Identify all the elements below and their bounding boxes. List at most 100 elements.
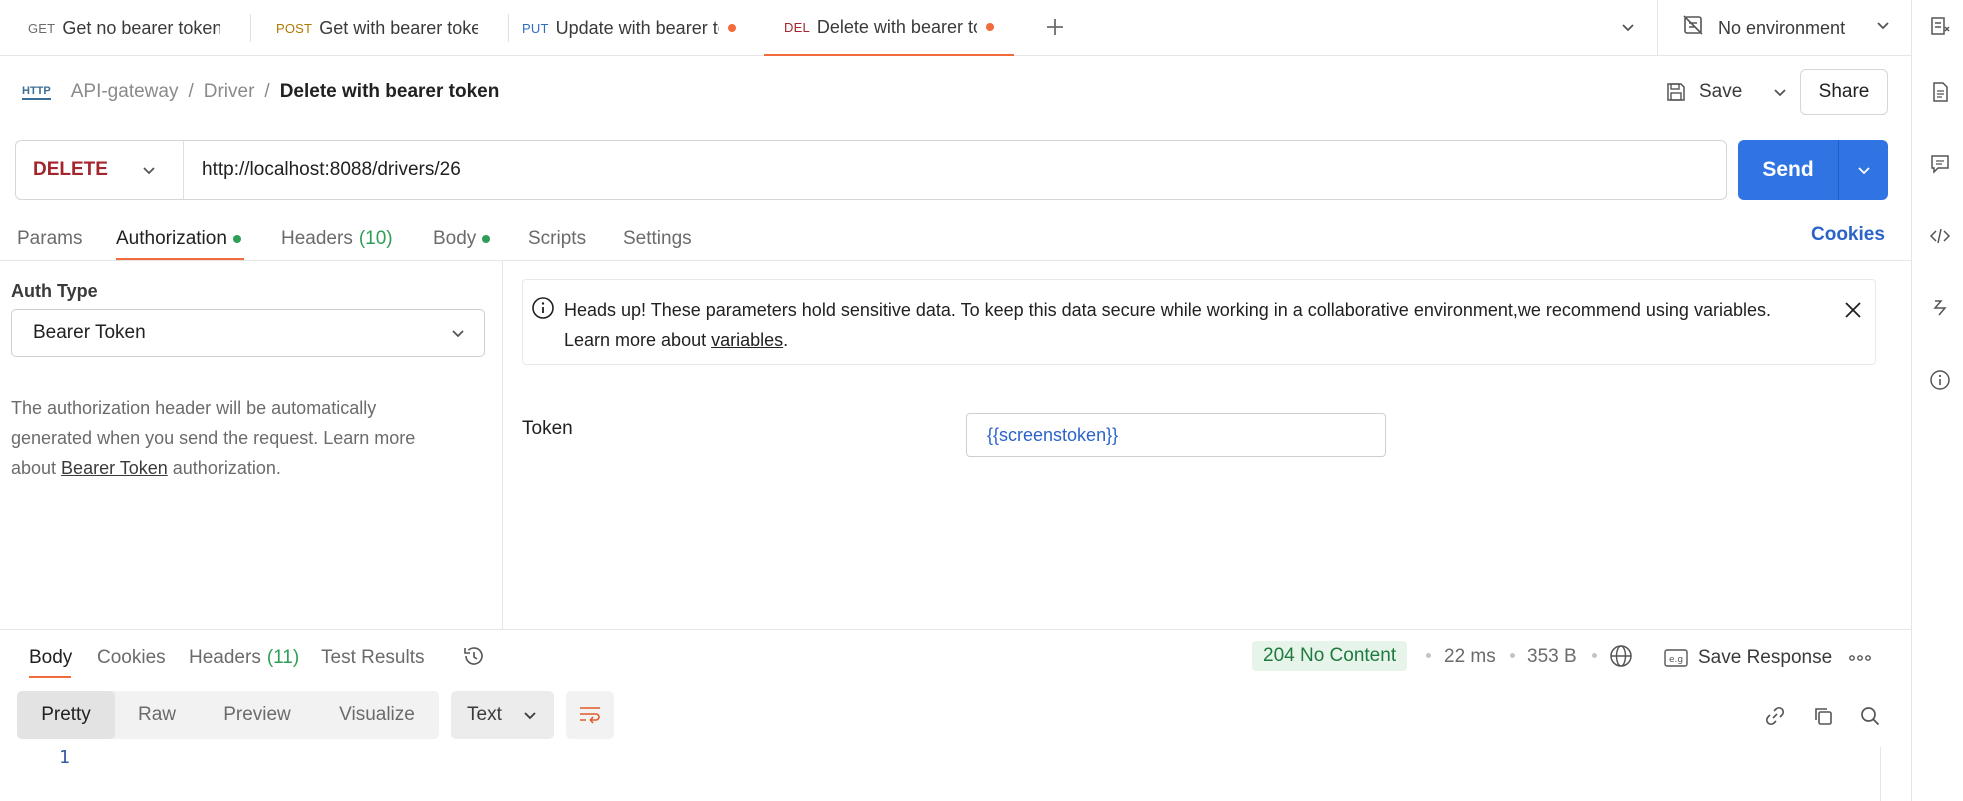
code-icon[interactable]	[1926, 222, 1954, 250]
tab-label: Scripts	[528, 228, 587, 249]
has-content-dot	[232, 235, 241, 243]
variables-icon[interactable]	[1926, 12, 1954, 40]
send-button[interactable]: Send	[1738, 140, 1888, 200]
url-input[interactable]	[184, 141, 1726, 199]
request-tab-bar: GET Get no bearer token POST Get with be…	[0, 0, 1911, 56]
save-button[interactable]: Save	[1665, 78, 1788, 106]
tab-label: Get no bearer token	[62, 17, 220, 38]
response-tab-body[interactable]: Body	[29, 643, 72, 673]
response-time[interactable]: 22 ms	[1444, 646, 1496, 668]
request-tabs: Params Authorization Headers (10) Body S…	[0, 218, 1911, 261]
save-options-chevron-down-icon[interactable]	[1772, 84, 1788, 100]
view-pretty[interactable]: Pretty	[17, 691, 115, 739]
auth-type-panel: Auth Type Bearer Token The authorization…	[0, 261, 503, 629]
variables-link[interactable]: variables	[711, 330, 783, 350]
tabs-overflow-chevron-down-icon[interactable]	[1613, 12, 1643, 42]
breadcrumb-separator: /	[264, 81, 270, 102]
tab-method: POST	[276, 20, 313, 36]
environment-label: No environment	[1718, 17, 1846, 38]
documentation-icon[interactable]	[1926, 78, 1954, 106]
response-tab-cookies[interactable]: Cookies	[97, 643, 166, 673]
comments-icon[interactable]	[1926, 150, 1954, 178]
tab-params[interactable]: Params	[17, 224, 82, 254]
auth-description: The authorization header will be automat…	[11, 393, 461, 483]
share-button[interactable]: Share	[1800, 69, 1888, 115]
svg-text:e.g: e.g	[1669, 655, 1683, 665]
response-tab-test-results[interactable]: Test Results	[321, 643, 424, 673]
globe-icon[interactable]	[1607, 642, 1635, 670]
chevron-down-icon	[522, 707, 538, 723]
tab-headers[interactable]: Headers (10)	[281, 224, 393, 254]
tab-get-no-bearer-token[interactable]: GET Get no bearer token	[0, 0, 248, 56]
status-badge[interactable]: 204 No Content	[1252, 641, 1408, 671]
tab-label: Delete with bearer toke	[816, 16, 977, 37]
copy-icon[interactable]	[1808, 701, 1838, 731]
response-view-mode: Pretty Raw Preview Visualize	[17, 691, 439, 739]
view-preview[interactable]: Preview	[199, 691, 315, 739]
response-tab-headers[interactable]: Headers (11)	[189, 643, 299, 673]
url-bar: DELETE	[15, 140, 1727, 200]
response-scrollbar[interactable]	[1880, 747, 1900, 801]
tab-method: PUT	[522, 20, 549, 36]
tab-get-with-bearer-token[interactable]: POST Get with bearer token	[248, 0, 506, 56]
more-options-icon[interactable]	[1845, 643, 1875, 673]
format-select[interactable]: Text	[451, 691, 554, 739]
cookies-link[interactable]: Cookies	[1811, 224, 1885, 246]
wrap-lines-icon[interactable]	[566, 691, 614, 739]
tab-label: Cookies	[97, 647, 166, 668]
save-label: Save	[1699, 81, 1743, 102]
example-icon: e.g	[1664, 648, 1688, 668]
no-environment-icon	[1682, 14, 1704, 42]
tab-body[interactable]: Body	[433, 224, 491, 254]
tab-authorization[interactable]: Authorization	[116, 224, 241, 254]
tab-label: Authorization	[116, 228, 227, 249]
chevron-down-icon	[1875, 17, 1891, 39]
tab-label: Body	[433, 228, 477, 249]
link-icon[interactable]	[1760, 701, 1790, 731]
token-input[interactable]: {{screenstoken}}	[966, 413, 1386, 457]
history-icon[interactable]	[459, 641, 489, 671]
banner-period: .	[783, 330, 789, 350]
send-options-chevron-down-icon[interactable]	[1839, 162, 1888, 178]
tab-label: Body	[29, 647, 73, 668]
tab-method: GET	[28, 20, 56, 36]
view-visualize[interactable]: Visualize	[315, 691, 439, 739]
info-icon	[531, 296, 555, 326]
line-number: 1	[59, 747, 70, 768]
unsaved-dot	[728, 24, 736, 32]
tab-delete-with-bearer-token[interactable]: DEL Delete with bearer toke	[764, 0, 1014, 56]
environment-selector[interactable]: No environment	[1657, 0, 1911, 56]
tab-label: Headers	[189, 647, 261, 668]
close-icon[interactable]	[1841, 298, 1865, 322]
breadcrumb-request-name[interactable]: Delete with bearer token	[280, 81, 500, 103]
method-select[interactable]: DELETE	[16, 141, 184, 199]
breadcrumb: HTTP API-gateway / Driver / Delete with …	[22, 78, 499, 106]
search-icon[interactable]	[1855, 701, 1885, 731]
save-response-label: Save Response	[1698, 647, 1833, 668]
chevron-down-icon	[450, 325, 466, 341]
tab-scripts[interactable]: Scripts	[528, 224, 586, 254]
tab-settings[interactable]: Settings	[623, 224, 692, 254]
headers-count: (10)	[358, 228, 393, 249]
breadcrumb-folder[interactable]: Driver	[204, 81, 255, 103]
response-size[interactable]: 353 B	[1527, 646, 1577, 668]
auth-type-label: Auth Type	[11, 281, 98, 301]
bearer-token-link[interactable]: Bearer Token	[61, 458, 168, 478]
related-collections-icon[interactable]	[1926, 294, 1954, 322]
method-value: DELETE	[33, 159, 108, 180]
http-request-icon: HTTP	[22, 84, 51, 100]
tab-label: Headers	[281, 228, 353, 249]
tab-label: Params	[17, 228, 83, 249]
new-tab-plus-icon[interactable]	[1040, 12, 1070, 42]
breadcrumb-collection[interactable]: API-gateway	[71, 81, 179, 103]
save-response-button[interactable]: e.g Save Response	[1664, 643, 1832, 673]
info-icon[interactable]	[1926, 366, 1954, 394]
tab-label: Test Results	[321, 647, 425, 668]
active-tab-indicator	[29, 676, 71, 678]
view-raw[interactable]: Raw	[115, 691, 199, 739]
auth-type-select[interactable]: Bearer Token	[11, 309, 485, 357]
tab-label: Settings	[623, 228, 692, 249]
tab-update-with-bearer-token[interactable]: PUT Update with bearer toke	[494, 0, 764, 56]
format-value: Text	[467, 704, 502, 725]
headers-count: (11)	[266, 647, 300, 668]
